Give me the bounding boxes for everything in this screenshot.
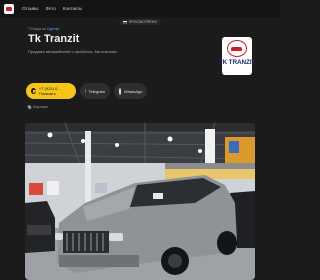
whatsapp-label: WhatsApp [124,88,143,94]
location-text: Барнаул [33,105,48,109]
showroom-photo[interactable] [25,123,255,280]
telegram-label: Telegram [88,88,105,94]
nav-link-photos[interactable]: Фото [45,6,55,11]
show-phone-button[interactable]: +7 (913) 0... Показать [26,83,76,99]
location-pin-icon [27,104,32,110]
whatsapp-button[interactable]: WhatsApp [114,83,147,99]
phone-icon [31,88,36,94]
view-counter-badge: ПРОСМОТРЕНО [118,19,162,25]
contact-buttons: +7 (913) 0... Показать Telegram WhatsApp [26,83,147,99]
telegram-button[interactable]: Telegram [80,83,110,99]
showroom-photo-image [25,123,255,280]
brand-logo-text: TK TRANZIT [218,59,256,66]
site-logo-icon[interactable] [4,3,14,14]
breadcrumb-link[interactable]: Оделку [47,27,59,31]
business-category: Продажа автомобилей с пробегом, Автосало… [28,49,117,54]
show-phone-label: +7 (913) 0... Показать [38,86,61,96]
car-emblem-icon [227,40,247,57]
breadcrumb: Т.Улица по Оделку [28,27,59,31]
view-counter-strip: ПРОСМОТРЕНО [0,17,280,27]
telegram-icon [85,88,86,94]
flag-icon [122,20,127,24]
nav-link-reviews[interactable]: Отзывы [22,6,38,11]
page-title: Tk Tranzit [28,33,80,45]
whatsapp-icon [119,87,121,95]
brand-logo: TK TRANZIT [219,37,255,75]
top-navigation-bar: Отзывы Фото Контакты [0,0,280,17]
nav-link-contacts[interactable]: Контакты [63,6,82,11]
location[interactable]: Барнаул [27,104,48,110]
breadcrumb-prefix: Т.Улица по [28,27,46,31]
view-counter-text: ПРОСМОТРЕНО [128,20,158,24]
